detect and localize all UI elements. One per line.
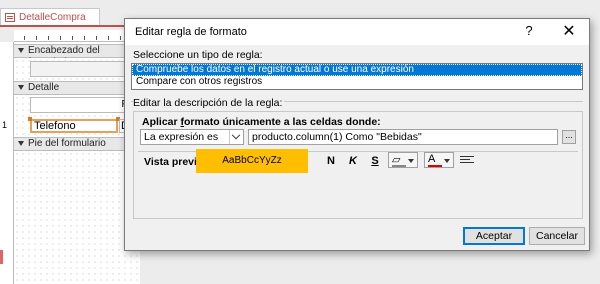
rule-type-item-compare[interactable]: Compare con otros registros bbox=[132, 76, 582, 88]
condition-type-dropdown[interactable]: La expresión es bbox=[140, 129, 244, 145]
italic-button[interactable]: K bbox=[346, 155, 360, 167]
edit-description-label: Editar la descripción de la regla: bbox=[133, 97, 285, 109]
expression-builder-button[interactable]: ... bbox=[562, 130, 576, 144]
conditional-format-icon[interactable] bbox=[460, 155, 474, 165]
form-icon bbox=[5, 13, 15, 22]
dialog-title: Editar regla de formato bbox=[135, 26, 247, 38]
document-tab-label: DetalleCompra bbox=[19, 12, 86, 23]
rule-type-item-expression[interactable]: Compruebe los datos en el registro actua… bbox=[132, 64, 582, 76]
telefono-textbox[interactable]: Telefono bbox=[28, 117, 120, 133]
underline-button[interactable]: S bbox=[368, 155, 382, 167]
select-rule-type-label: Seleccione un tipo de regla: bbox=[133, 49, 263, 61]
section-header-bar[interactable]: Encabezado del formulario bbox=[14, 44, 140, 68]
font-color-icon: A bbox=[428, 153, 436, 165]
section-footer-bar[interactable]: Pie del formulario bbox=[14, 137, 140, 151]
ruler-number: 1 bbox=[2, 120, 8, 130]
fill-color-button[interactable]: ▱ bbox=[388, 152, 418, 168]
chevron-down-icon bbox=[408, 159, 414, 163]
bold-button[interactable]: N bbox=[324, 155, 338, 167]
section-detail-bar[interactable]: Detalle bbox=[14, 81, 140, 95]
expression-input[interactable]: producto.column(1) Como "Bebidas" bbox=[248, 129, 558, 145]
chevron-down-icon bbox=[444, 159, 450, 163]
format-preview: AaBbCcYyZz bbox=[196, 149, 308, 173]
close-button[interactable]: ✕ bbox=[557, 21, 581, 41]
edit-format-rule-dialog: Editar regla de formato ? ✕ Seleccione u… bbox=[124, 18, 590, 251]
condition-type-value: La expresión es bbox=[144, 131, 219, 143]
accept-button[interactable]: Aceptar bbox=[463, 227, 525, 245]
font-color-swatch bbox=[428, 165, 442, 167]
vertical-ruler: 1 bbox=[0, 42, 14, 284]
status-marker bbox=[0, 250, 3, 264]
rule-type-list[interactable]: Compruebe los datos en el registro actua… bbox=[131, 63, 583, 90]
horizontal-ruler bbox=[14, 30, 140, 42]
cancel-button[interactable]: Cancelar bbox=[529, 227, 585, 245]
document-tab[interactable]: DetalleCompra bbox=[0, 8, 100, 26]
footer-grid[interactable] bbox=[14, 151, 140, 284]
chevron-down-icon[interactable] bbox=[229, 130, 243, 144]
apply-format-label: Aplicar formato únicamente a las celdas … bbox=[142, 116, 381, 128]
dialog-titlebar[interactable]: Editar regla de formato ? ✕ bbox=[125, 19, 589, 45]
fill-color-swatch bbox=[392, 165, 406, 167]
rule-description-panel: Aplicar formato únicamente a las celdas … bbox=[133, 111, 583, 219]
font-color-button[interactable]: A bbox=[424, 152, 454, 168]
tab-underline bbox=[0, 25, 140, 27]
help-button[interactable]: ? bbox=[521, 23, 537, 38]
